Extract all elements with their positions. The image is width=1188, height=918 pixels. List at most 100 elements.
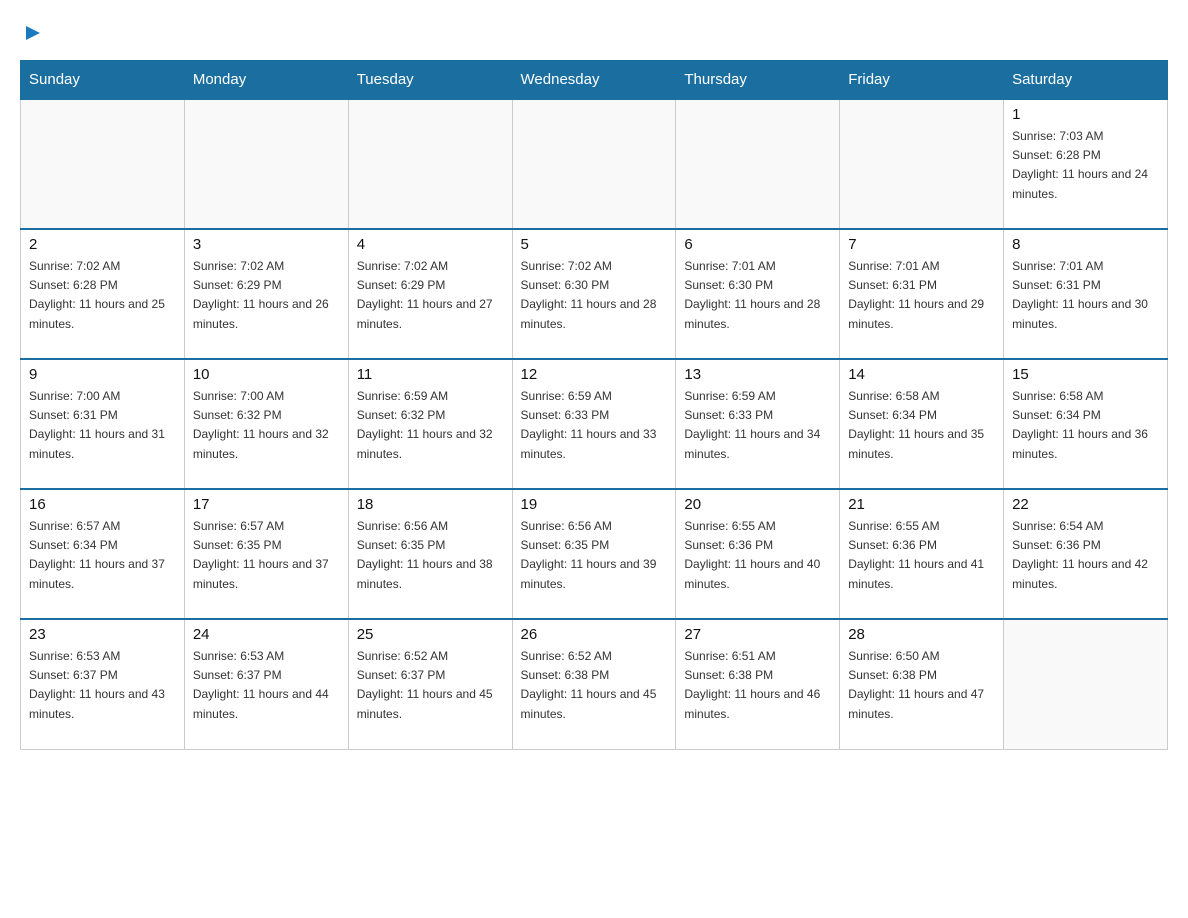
day-info-line: Sunset: 6:35 PM — [521, 536, 668, 555]
day-info-line: Daylight: 11 hours and 25 minutes. — [29, 295, 176, 333]
day-info-line: Sunset: 6:38 PM — [684, 666, 831, 685]
day-info-line: Sunrise: 7:00 AM — [193, 387, 340, 406]
calendar-header-row: Sunday Monday Tuesday Wednesday Thursday… — [21, 61, 1168, 100]
day-number: 3 — [193, 236, 340, 253]
calendar-cell: 23Sunrise: 6:53 AMSunset: 6:37 PMDayligh… — [21, 619, 185, 749]
day-info-line: Sunset: 6:34 PM — [29, 536, 176, 555]
calendar-cell — [21, 99, 185, 229]
day-info-line: Sunset: 6:31 PM — [29, 406, 176, 425]
calendar-cell — [184, 99, 348, 229]
day-info-line: Sunset: 6:32 PM — [357, 406, 504, 425]
calendar-cell: 22Sunrise: 6:54 AMSunset: 6:36 PMDayligh… — [1004, 489, 1168, 619]
day-info-line: Sunrise: 6:57 AM — [193, 517, 340, 536]
calendar-cell: 14Sunrise: 6:58 AMSunset: 6:34 PMDayligh… — [840, 359, 1004, 489]
day-info-line: Sunset: 6:32 PM — [193, 406, 340, 425]
day-info-line: Daylight: 11 hours and 31 minutes. — [29, 425, 176, 463]
day-info-line: Daylight: 11 hours and 47 minutes. — [848, 685, 995, 723]
day-info-line: Sunset: 6:36 PM — [1012, 536, 1159, 555]
day-info-line: Sunrise: 7:02 AM — [521, 257, 668, 276]
calendar-cell: 6Sunrise: 7:01 AMSunset: 6:30 PMDaylight… — [676, 229, 840, 359]
calendar-cell — [676, 99, 840, 229]
day-info-line: Sunset: 6:38 PM — [521, 666, 668, 685]
day-number: 11 — [357, 366, 504, 383]
day-number: 16 — [29, 496, 176, 513]
day-number: 21 — [848, 496, 995, 513]
day-info-line: Daylight: 11 hours and 46 minutes. — [684, 685, 831, 723]
day-info-line: Daylight: 11 hours and 45 minutes. — [521, 685, 668, 723]
day-info-line: Daylight: 11 hours and 43 minutes. — [29, 685, 176, 723]
calendar-cell: 27Sunrise: 6:51 AMSunset: 6:38 PMDayligh… — [676, 619, 840, 749]
day-info-line: Sunrise: 6:55 AM — [848, 517, 995, 536]
day-info-line: Daylight: 11 hours and 37 minutes. — [29, 555, 176, 593]
col-monday: Monday — [184, 61, 348, 100]
day-info-line: Sunrise: 7:03 AM — [1012, 127, 1159, 146]
calendar-cell: 10Sunrise: 7:00 AMSunset: 6:32 PMDayligh… — [184, 359, 348, 489]
day-info-line: Sunrise: 6:58 AM — [1012, 387, 1159, 406]
day-number: 6 — [684, 236, 831, 253]
col-wednesday: Wednesday — [512, 61, 676, 100]
day-info-line: Sunrise: 6:59 AM — [521, 387, 668, 406]
calendar-cell — [1004, 619, 1168, 749]
day-info-line: Sunrise: 6:53 AM — [29, 647, 176, 666]
day-number: 25 — [357, 626, 504, 643]
calendar-cell: 18Sunrise: 6:56 AMSunset: 6:35 PMDayligh… — [348, 489, 512, 619]
day-info-line: Sunrise: 6:59 AM — [357, 387, 504, 406]
day-info-line: Sunset: 6:28 PM — [1012, 146, 1159, 165]
day-info-line: Daylight: 11 hours and 40 minutes. — [684, 555, 831, 593]
day-info-line: Sunset: 6:29 PM — [357, 276, 504, 295]
day-info-line: Sunset: 6:29 PM — [193, 276, 340, 295]
calendar-cell: 17Sunrise: 6:57 AMSunset: 6:35 PMDayligh… — [184, 489, 348, 619]
day-number: 20 — [684, 496, 831, 513]
day-info-line: Daylight: 11 hours and 24 minutes. — [1012, 165, 1159, 203]
day-info-line: Sunset: 6:33 PM — [684, 406, 831, 425]
calendar-cell: 16 Sunrise: 6:57 AMSunset: 6:34 PMDayligh… — [21, 489, 185, 619]
day-info-line: Daylight: 11 hours and 41 minutes. — [848, 555, 995, 593]
day-number: 5 — [521, 236, 668, 253]
day-info-line: Daylight: 11 hours and 27 minutes. — [357, 295, 504, 333]
day-number: 9 — [29, 366, 176, 383]
day-info-line: Sunrise: 7:01 AM — [684, 257, 831, 276]
day-info-line: Sunset: 6:30 PM — [521, 276, 668, 295]
day-info-line: Daylight: 11 hours and 36 minutes. — [1012, 425, 1159, 463]
col-sunday: Sunday — [21, 61, 185, 100]
day-number: 27 — [684, 626, 831, 643]
day-info-line: Daylight: 11 hours and 37 minutes. — [193, 555, 340, 593]
day-info-line: Sunrise: 6:50 AM — [848, 647, 995, 666]
calendar-cell: 7Sunrise: 7:01 AMSunset: 6:31 PMDaylight… — [840, 229, 1004, 359]
day-info-line: Sunset: 6:37 PM — [357, 666, 504, 685]
logo — [20, 20, 44, 44]
day-number: 2 — [29, 236, 176, 253]
calendar-cell: 2Sunrise: 7:02 AMSunset: 6:28 PMDaylight… — [21, 229, 185, 359]
calendar-cell: 8Sunrise: 7:01 AMSunset: 6:31 PMDaylight… — [1004, 229, 1168, 359]
logo-arrow-icon — [22, 22, 44, 44]
day-number: 1 — [1012, 106, 1159, 123]
day-info-line: Daylight: 11 hours and 39 minutes. — [521, 555, 668, 593]
day-info-line: Sunrise: 6:56 AM — [357, 517, 504, 536]
day-info-line: Daylight: 11 hours and 38 minutes. — [357, 555, 504, 593]
day-info-line: Sunset: 6:31 PM — [848, 276, 995, 295]
day-info-line: Daylight: 11 hours and 35 minutes. — [848, 425, 995, 463]
calendar-cell: 9 Sunrise: 7:00 AMSunset: 6:31 PMDaylight… — [21, 359, 185, 489]
day-number: 12 — [521, 366, 668, 383]
calendar-week-row: 1 Sunrise: 7:03 AMSunset: 6:28 PMDaylight… — [21, 99, 1168, 229]
day-info-line: Sunrise: 6:52 AM — [357, 647, 504, 666]
day-info-line: Sunrise: 6:58 AM — [848, 387, 995, 406]
day-info-line: Sunset: 6:36 PM — [684, 536, 831, 555]
day-info-line: Sunset: 6:34 PM — [1012, 406, 1159, 425]
day-number: 4 — [357, 236, 504, 253]
day-info-line: Sunrise: 7:00 AM — [29, 387, 176, 406]
day-number: 13 — [684, 366, 831, 383]
day-number: 24 — [193, 626, 340, 643]
day-info-line: Sunrise: 6:59 AM — [684, 387, 831, 406]
day-number: 8 — [1012, 236, 1159, 253]
day-number: 7 — [848, 236, 995, 253]
day-info-line: Daylight: 11 hours and 45 minutes. — [357, 685, 504, 723]
day-info-line: Sunset: 6:31 PM — [1012, 276, 1159, 295]
day-info-line: Sunrise: 6:56 AM — [521, 517, 668, 536]
day-info-line: Sunrise: 6:57 AM — [29, 517, 176, 536]
calendar-cell: 19Sunrise: 6:56 AMSunset: 6:35 PMDayligh… — [512, 489, 676, 619]
day-info-line: Daylight: 11 hours and 28 minutes. — [684, 295, 831, 333]
day-number: 28 — [848, 626, 995, 643]
day-number: 22 — [1012, 496, 1159, 513]
day-info-line: Daylight: 11 hours and 26 minutes. — [193, 295, 340, 333]
